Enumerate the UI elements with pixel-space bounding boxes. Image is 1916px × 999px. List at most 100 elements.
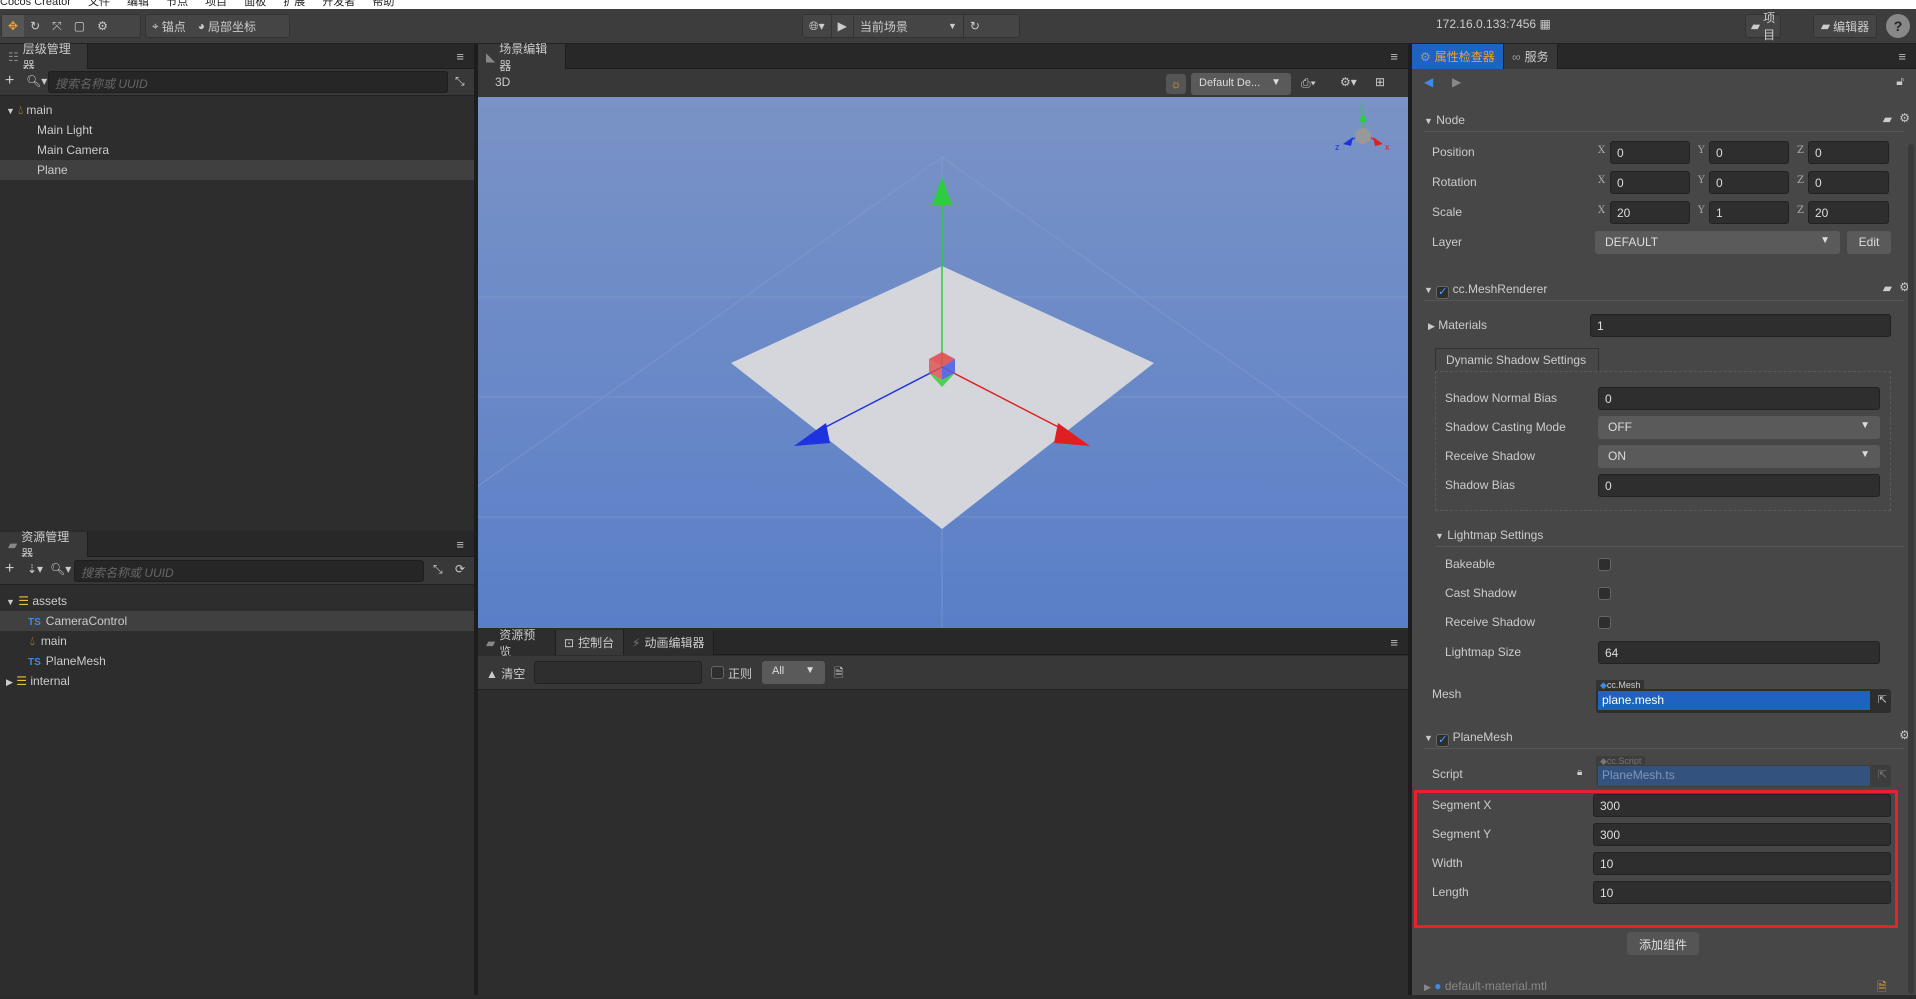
clear-button[interactable]: ▲ 清空: [486, 665, 525, 682]
segment-y-input[interactable]: 300: [1593, 823, 1891, 846]
planemesh-section-header[interactable]: ▼ ✓ PlaneMesh ⚙: [1424, 725, 1910, 749]
menu-node[interactable]: 节点: [166, 0, 188, 8]
search-type-icon[interactable]: 🔍︎▾: [50, 562, 71, 576]
tree-item-assets[interactable]: ▼ ☰ assets: [0, 591, 474, 611]
scene-select[interactable]: 当前场景 ▼: [854, 15, 964, 37]
mesh-asset-field[interactable]: plane.mesh ⇱: [1596, 689, 1891, 713]
menu-extension[interactable]: 扩展: [283, 0, 305, 8]
maximize-icon[interactable]: ⊞: [1375, 75, 1385, 89]
light-icon[interactable]: ☼: [1166, 74, 1186, 94]
planemesh-enabled-checkbox[interactable]: ✓: [1436, 734, 1450, 747]
book-icon[interactable]: ▰: [1883, 281, 1892, 295]
receive-shadow-select[interactable]: ON ▼: [1598, 445, 1880, 468]
tab-animation-editor[interactable]: ⚡︎ 动画编辑器: [624, 630, 714, 655]
move-tool-icon[interactable]: ✥: [2, 15, 25, 37]
log-level-select[interactable]: All ▼: [762, 661, 825, 684]
help-button[interactable]: ?: [1886, 14, 1910, 38]
collapse-icon[interactable]: ⤡: [433, 562, 443, 577]
meshrenderer-enabled-checkbox[interactable]: ✓: [1436, 286, 1450, 299]
camera-select[interactable]: Default De... ▼: [1191, 73, 1291, 95]
hierarchy-search-input[interactable]: 搜索名称或 UUID: [48, 71, 448, 93]
tab-scene-editor[interactable]: ◣ 场景编辑器: [478, 42, 566, 73]
tab-hierarchy[interactable]: ☷ 层级管理器: [0, 42, 88, 73]
width-input[interactable]: 10: [1593, 852, 1891, 875]
local-coords-button[interactable]: ◕ 局部坐标: [192, 15, 262, 37]
layer-edit-button[interactable]: Edit: [1847, 231, 1891, 254]
sort-icon[interactable]: ⇣▾: [27, 562, 43, 576]
tree-item-main-scene[interactable]: 💧︎ main: [0, 631, 474, 651]
tree-item-main-light[interactable]: Main Light: [0, 120, 474, 140]
project-button[interactable]: ▰ 项目: [1745, 11, 1781, 42]
open-file-icon[interactable]: 🗎: [1877, 978, 1887, 999]
scale-y-input[interactable]: 1: [1709, 201, 1789, 224]
node-section-header[interactable]: ▼ Node ▰ ⚙: [1424, 108, 1910, 132]
anchor-button[interactable]: ⌖ 锚点: [146, 15, 192, 37]
position-x-input[interactable]: 0: [1610, 141, 1690, 164]
3d-toggle[interactable]: 3D: [495, 75, 510, 89]
menu-project[interactable]: 项目: [205, 0, 227, 8]
material-section-header[interactable]: ▶ ● default-material.mtl: [1424, 979, 1547, 993]
shadow-casting-mode-select[interactable]: OFF ▼: [1598, 416, 1880, 439]
meshrenderer-section-header[interactable]: ▼ ✓ cc.MeshRenderer ▰ ⚙: [1424, 277, 1910, 301]
shadow-bias-input[interactable]: 0: [1598, 474, 1880, 497]
cast-shadow-checkbox[interactable]: [1598, 587, 1611, 600]
panel-menu-icon[interactable]: ≡: [456, 537, 464, 552]
book-icon[interactable]: ▰: [1883, 112, 1892, 126]
qrcode-icon[interactable]: ▦: [1539, 17, 1550, 31]
regex-checkbox[interactable]: [711, 666, 724, 679]
rect-tool-icon[interactable]: ▢: [68, 15, 91, 37]
locate-asset-icon[interactable]: ⇱: [1878, 693, 1887, 706]
segment-x-input[interactable]: 300: [1593, 794, 1891, 817]
materials-toggle[interactable]: ▶ Materials: [1428, 318, 1487, 332]
refresh-icon[interactable]: ↻: [964, 15, 986, 37]
length-input[interactable]: 10: [1593, 881, 1891, 904]
tab-asset-preview[interactable]: ▰ 资源预览: [478, 628, 556, 659]
materials-count-input[interactable]: 1: [1590, 314, 1891, 337]
tree-item-planemesh[interactable]: TS PlaneMesh: [0, 651, 474, 671]
rotation-z-input[interactable]: 0: [1808, 171, 1889, 194]
add-node-icon[interactable]: +: [5, 72, 14, 90]
layer-select[interactable]: DEFAULT ▼: [1595, 231, 1840, 254]
tab-console[interactable]: ⊡ 控制台: [556, 630, 624, 655]
platform-globe-icon[interactable]: 🌐︎▾: [803, 15, 832, 37]
tree-item-cameracontrol[interactable]: TS CameraControl: [0, 611, 474, 631]
inspector-scrollbar[interactable]: [1908, 144, 1914, 994]
menu-help[interactable]: 帮助: [372, 0, 394, 8]
tree-item-main[interactable]: ▼ 💧︎ main: [0, 100, 474, 120]
tree-item-internal[interactable]: ▶ ☰ internal: [0, 671, 474, 691]
panel-menu-icon[interactable]: ≡: [1390, 635, 1398, 650]
scale-tool-icon[interactable]: ⤧: [46, 15, 68, 37]
assets-search-input[interactable]: 搜索名称或 UUID: [74, 560, 424, 582]
tree-item-plane[interactable]: Plane: [0, 160, 474, 180]
menu-file[interactable]: 文件: [88, 0, 110, 8]
panel-menu-icon[interactable]: ≡: [456, 49, 464, 64]
receive-shadow-checkbox[interactable]: [1598, 616, 1611, 629]
tree-item-main-camera[interactable]: Main Camera: [0, 140, 474, 160]
add-component-button[interactable]: 添加组件: [1627, 932, 1699, 955]
add-asset-icon[interactable]: +: [5, 560, 14, 578]
scale-z-input[interactable]: 20: [1808, 201, 1889, 224]
lightmap-size-input[interactable]: 64: [1598, 641, 1880, 664]
gear-icon[interactable]: ⚙: [1899, 111, 1910, 125]
menu-edit[interactable]: 编辑: [127, 0, 149, 8]
lightmap-section-header[interactable]: ▼ Lightmap Settings: [1435, 523, 1904, 547]
panel-menu-icon[interactable]: ≡: [1390, 49, 1398, 64]
scale-x-input[interactable]: 20: [1610, 201, 1690, 224]
collapse-icon[interactable]: ⤡: [455, 74, 465, 89]
editor-button[interactable]: ▰ 编辑器: [1813, 14, 1877, 38]
menu-developer[interactable]: 开发者: [322, 0, 355, 8]
log-file-icon[interactable]: 🗎: [834, 664, 844, 685]
scene-viewport[interactable]: y x z: [478, 97, 1408, 628]
rotation-y-input[interactable]: 0: [1709, 171, 1789, 194]
bakeable-checkbox[interactable]: [1598, 558, 1611, 571]
camera-icon[interactable]: ⎙▾: [1301, 76, 1316, 91]
tab-assets[interactable]: ▰ 资源管理器: [0, 530, 88, 561]
position-z-input[interactable]: 0: [1808, 141, 1889, 164]
shadow-normal-bias-input[interactable]: 0: [1598, 387, 1880, 410]
search-type-icon[interactable]: 🔍︎▾: [26, 74, 47, 88]
menu-panel[interactable]: 面板: [244, 0, 266, 8]
rotate-tool-icon[interactable]: ↻: [24, 15, 46, 37]
gear-icon[interactable]: ⚙: [91, 15, 114, 37]
dynamic-shadow-tab[interactable]: Dynamic Shadow Settings: [1435, 348, 1599, 371]
console-filter-input[interactable]: [534, 661, 702, 684]
